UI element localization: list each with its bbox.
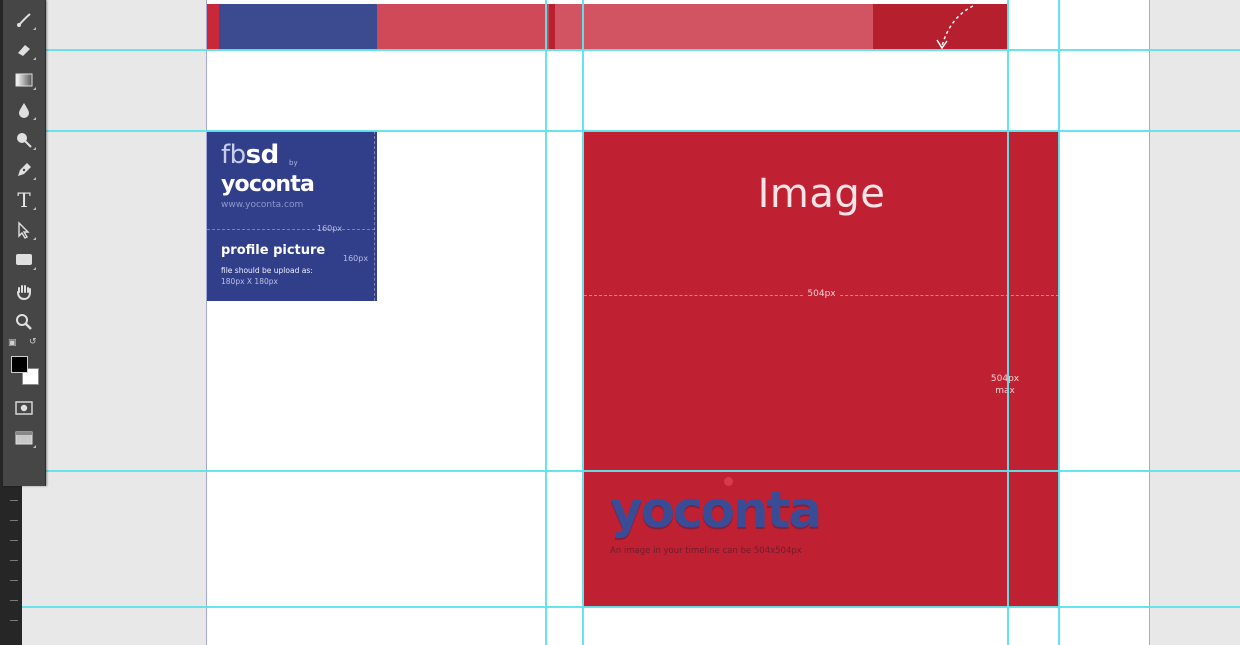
- rectangle-shape-icon: [16, 254, 32, 265]
- profile-picture-heading: profile picture: [221, 243, 326, 258]
- brand-by-text: by: [289, 159, 298, 167]
- profile-picture-note: file should be upload as: 180px X 180px: [221, 266, 313, 286]
- quick-mask-icon: [15, 401, 33, 415]
- guide-horizontal[interactable]: [22, 130, 1240, 132]
- width-dimension-label: 160px: [317, 224, 343, 233]
- zoom-tool[interactable]: [10, 310, 38, 334]
- guide-horizontal[interactable]: [22, 49, 1240, 51]
- foreground-color-swatch[interactable]: [11, 356, 28, 373]
- brush-icon: [17, 13, 31, 27]
- shape-tool[interactable]: [10, 248, 38, 272]
- type-tool[interactable]: T: [10, 188, 38, 212]
- yoconta-logo-small: yoconta: [221, 172, 315, 197]
- pasteboard-left: [22, 0, 207, 645]
- guide-vertical[interactable]: [1007, 0, 1009, 645]
- pasteboard-right: [1150, 0, 1240, 645]
- profile-picture-card: fbsd by yoconta www.yoconta.com 160px 16…: [207, 131, 377, 301]
- swap-colors-icon[interactable]: ↺: [29, 338, 37, 347]
- arrow-select-icon: [18, 221, 30, 239]
- fbsd-logo: fbsd: [221, 140, 279, 170]
- pen-tool[interactable]: [10, 158, 38, 182]
- hand-icon: [17, 285, 31, 301]
- eraser-icon: [18, 45, 30, 56]
- height-dimension-line: [374, 131, 375, 301]
- dodge-tool[interactable]: [10, 128, 38, 152]
- gradient-icon: [15, 73, 33, 87]
- guide-vertical[interactable]: [545, 0, 547, 645]
- eraser-tool[interactable]: [10, 38, 38, 62]
- timeline-image-card: Image 504px 504px max yoconta An image i…: [584, 131, 1059, 607]
- default-colors-icon[interactable]: ▣: [8, 339, 17, 348]
- brand-url: www.yoconta.com: [221, 200, 304, 210]
- document-edge-left: [206, 0, 207, 645]
- guide-horizontal[interactable]: [22, 606, 1240, 608]
- screen-mode-button[interactable]: [10, 426, 38, 450]
- hand-tool[interactable]: [10, 280, 38, 304]
- image-title: Image: [757, 171, 886, 217]
- gradient-tool[interactable]: [10, 68, 38, 92]
- dodge-icon: [17, 133, 32, 148]
- blur-tool[interactable]: [10, 98, 38, 122]
- guide-vertical[interactable]: [1058, 0, 1060, 645]
- zoom-icon: [16, 314, 32, 330]
- tools-panel: T ▣ ↺: [3, 0, 46, 486]
- pen-icon: [18, 163, 31, 176]
- width-dimension-line: [207, 229, 375, 230]
- image-height-dimension-label: 504px max: [990, 374, 1020, 396]
- guide-horizontal[interactable]: [22, 470, 1240, 472]
- guide-vertical[interactable]: [582, 0, 584, 645]
- yoconta-logo-large: yoconta: [610, 481, 822, 539]
- screen-mode-icon: [15, 431, 33, 445]
- logo-dot: [724, 477, 733, 486]
- document-edge-right: [1149, 0, 1150, 645]
- droplet-icon: [19, 103, 29, 118]
- height-dimension-label: 160px: [343, 254, 369, 263]
- image-width-dimension-label: 504px: [584, 289, 1059, 299]
- top-banner-artwork: [207, 4, 1008, 50]
- image-caption: An image in your timeline can be 504x504…: [610, 546, 802, 556]
- type-icon: T: [17, 188, 31, 212]
- path-selection-tool[interactable]: [10, 218, 38, 242]
- brush-tool[interactable]: [10, 8, 38, 32]
- quick-mask-button[interactable]: [10, 396, 38, 420]
- dashed-curve-arrow: [936, 5, 974, 50]
